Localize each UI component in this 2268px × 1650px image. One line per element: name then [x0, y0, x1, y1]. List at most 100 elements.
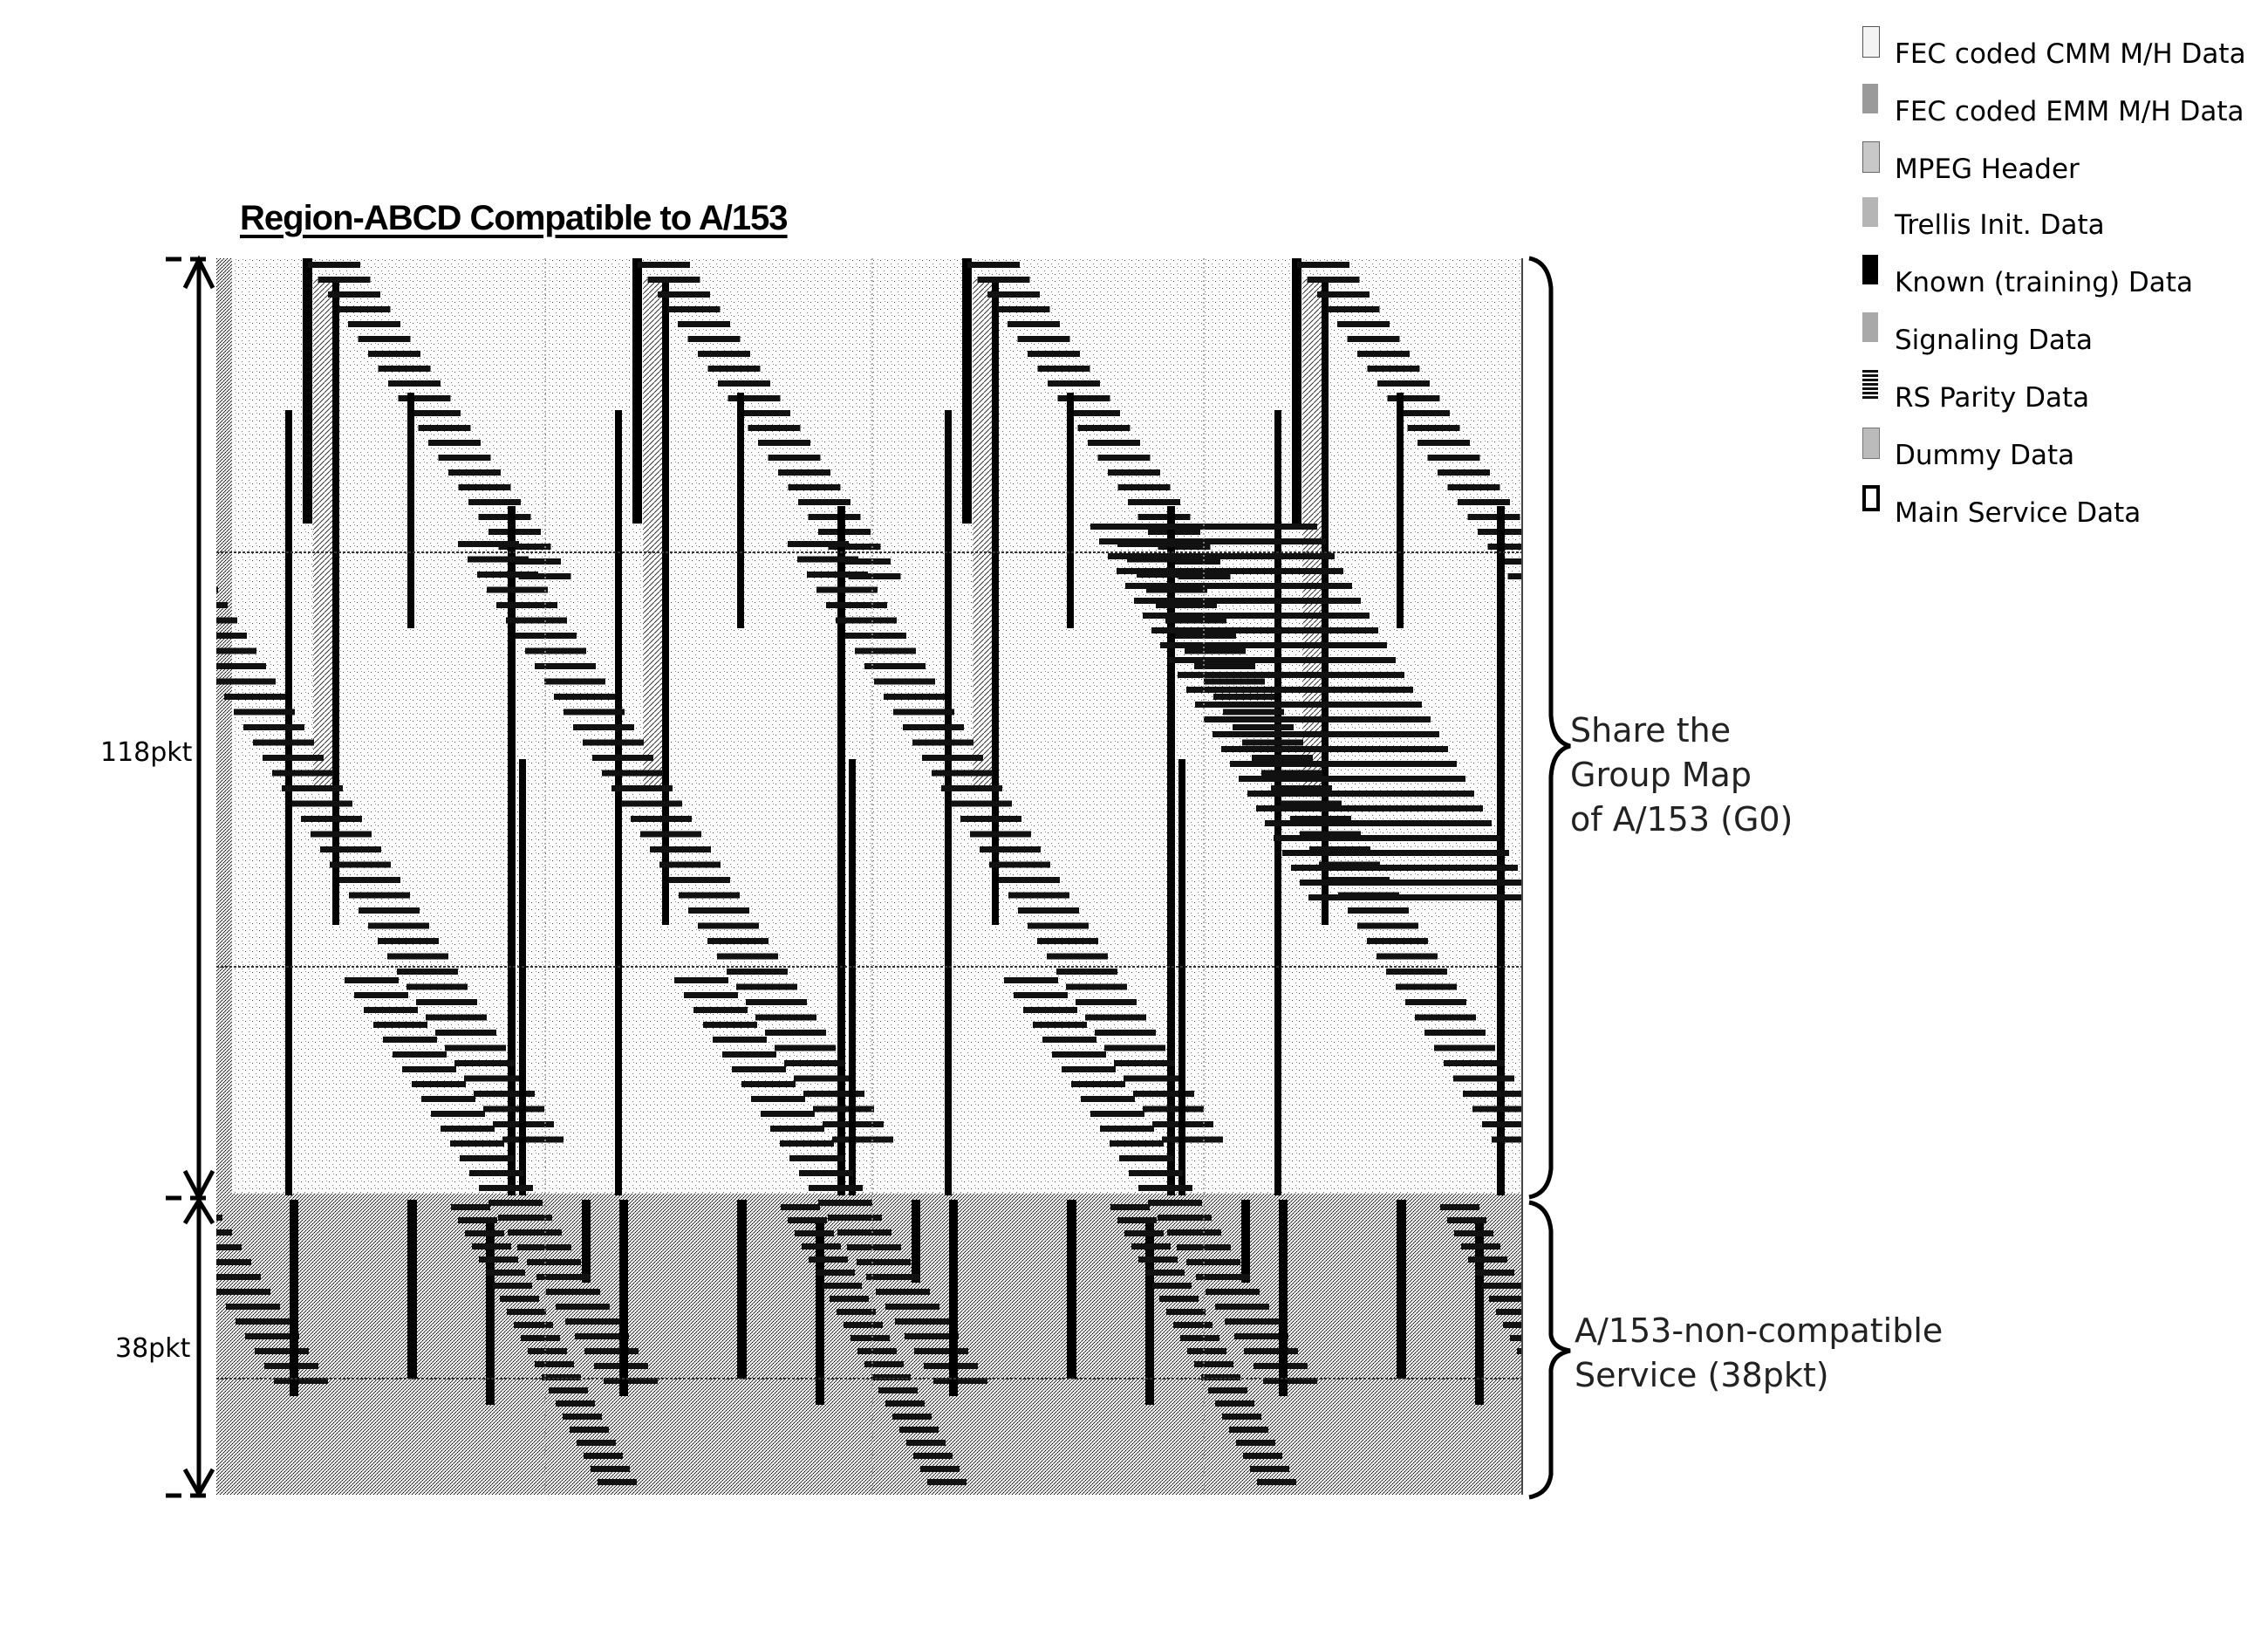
rs-parity-stripe	[1300, 880, 1522, 886]
rs-parity-stripe	[458, 541, 519, 547]
rs-parity-stripe	[1160, 642, 1387, 648]
known-data-bar	[407, 393, 414, 628]
fec-cmm-swatch-icon	[1862, 26, 1880, 58]
rs-parity-stripe	[876, 1289, 930, 1295]
rs-parity-stripe	[1397, 410, 1450, 416]
rs-parity-stripe	[554, 694, 615, 700]
rs-parity-stripe	[1357, 351, 1410, 357]
rs-parity-stripe	[584, 1453, 623, 1459]
rs-parity-stripe	[951, 800, 1012, 807]
rs-parity-stripe	[216, 586, 218, 593]
rs-parity-stripe	[932, 770, 993, 777]
known-data-bar	[1397, 1200, 1406, 1379]
rs-parity-stripe	[428, 440, 481, 446]
rs-parity-stripe	[373, 1022, 427, 1028]
rs-parity-stripe	[1377, 953, 1438, 960]
rs-parity-stripe	[320, 846, 381, 852]
legend-item-main-service: Main Service Data	[1849, 485, 2268, 537]
rs-parity-stripe	[525, 647, 586, 654]
rs-parity-stripe	[1492, 1136, 1522, 1143]
rs-parity-stripe	[506, 617, 567, 624]
rs-parity-stripe	[1131, 1243, 1171, 1249]
rs-parity-stripe	[703, 1022, 757, 1028]
rs-parity-stripe	[368, 351, 420, 357]
rs-parity-stripe	[1250, 1466, 1289, 1472]
known-data-bar	[1067, 1200, 1076, 1379]
known-data-bar	[407, 1200, 417, 1379]
rs-parity-stripe	[1387, 395, 1440, 401]
rs-parity-stripe	[421, 1096, 475, 1102]
rs-parity-stripe	[650, 846, 711, 852]
trellis-init-swatch-icon	[1862, 197, 1878, 227]
rs-parity-stripe	[1143, 613, 1370, 619]
rs-parity-stripe	[1134, 598, 1361, 604]
rs-parity-stripe	[1347, 336, 1400, 342]
known-data-bar	[582, 1200, 591, 1283]
rs-parity-stripe	[216, 1259, 251, 1265]
rs-parity-stripe	[1037, 366, 1090, 372]
rs-parity-stripe	[263, 755, 324, 761]
rs-parity-stripe	[1348, 907, 1409, 914]
rs-parity-stripe	[679, 892, 740, 899]
rs-parity-stripe	[1239, 776, 1465, 782]
rs-parity-stripe	[1100, 1126, 1154, 1132]
legend-label: Trellis Init. Data	[1895, 209, 2105, 241]
rs-parity-stripe	[216, 647, 256, 654]
rs-parity-stripe	[1062, 1066, 1116, 1072]
rs-parity-stripe	[818, 1200, 872, 1206]
rs-parity-stripe	[1077, 425, 1131, 431]
rs-parity-stripe	[216, 663, 266, 669]
rs-parity-stripe	[584, 1348, 639, 1354]
rs-parity-stripe	[798, 499, 850, 505]
rs-parity-stripe	[602, 770, 663, 777]
rs-parity-stripe	[1169, 657, 1396, 663]
rs-parity-stripe	[980, 846, 1041, 852]
rs-parity-stripe	[216, 602, 228, 608]
rs-parity-stripe	[1057, 395, 1110, 401]
rs-parity-stripe	[1337, 321, 1390, 327]
rs-parity-stripe	[1438, 469, 1490, 476]
rs-parity-stripe	[563, 1414, 602, 1420]
rs-parity-stripe	[378, 938, 439, 944]
rs-parity-stripe	[707, 366, 761, 372]
rs-parity-stripe	[472, 1243, 511, 1249]
rs-parity-stripe	[1223, 709, 1284, 715]
rs-parity-stripe	[359, 907, 420, 914]
rs-parity-stripe	[282, 785, 343, 791]
rs-parity-stripe	[406, 983, 468, 990]
rs-parity-stripe	[1028, 922, 1089, 929]
rs-parity-stripe	[728, 395, 781, 401]
rs-parity-stripe	[216, 1244, 242, 1250]
rs-parity-stripe	[1117, 1217, 1157, 1223]
rs-parity-stripe	[1225, 1318, 1279, 1325]
rs-parity-stripe	[799, 1170, 853, 1176]
rs-parity-stripe	[291, 800, 352, 807]
legend-item-dummy: Dummy Data	[1849, 428, 2268, 480]
rs-parity-stripe	[224, 694, 285, 700]
rs-parity-stripe	[1261, 770, 1322, 777]
rs-parity-stripe	[797, 556, 858, 563]
rs-parity-stripe	[1068, 410, 1120, 416]
rs-parity-stripe	[1125, 583, 1352, 589]
rs-parity-stripe	[408, 410, 461, 416]
rs-parity-stripe	[216, 1229, 232, 1236]
known-data-bar	[949, 1200, 958, 1396]
rs-parity-stripe	[1510, 1335, 1522, 1341]
rs-parity-stripe	[1128, 499, 1180, 505]
rs-parity-stripe	[781, 1204, 820, 1210]
rs-parity-stripe	[1407, 425, 1460, 431]
rs-parity-stripe	[564, 709, 625, 715]
known-data-bar	[519, 759, 526, 1195]
rs-parity-stripe	[479, 1256, 518, 1263]
rs-parity-stripe	[1195, 702, 1422, 708]
rs-parity-stripe	[1507, 573, 1522, 579]
rs-parity-stripe	[1110, 1204, 1150, 1210]
rs-parity-stripe	[1215, 1304, 1269, 1310]
rs-parity-stripe	[788, 484, 841, 490]
rs-parity-stripe	[903, 724, 964, 730]
rs-parity-stripe	[528, 1348, 567, 1354]
rs-parity-stripe	[364, 1007, 418, 1013]
rs-parity-stripe	[864, 1361, 904, 1367]
rs-parity-stripe	[823, 1283, 862, 1289]
rs-parity-stripe	[795, 1230, 834, 1236]
